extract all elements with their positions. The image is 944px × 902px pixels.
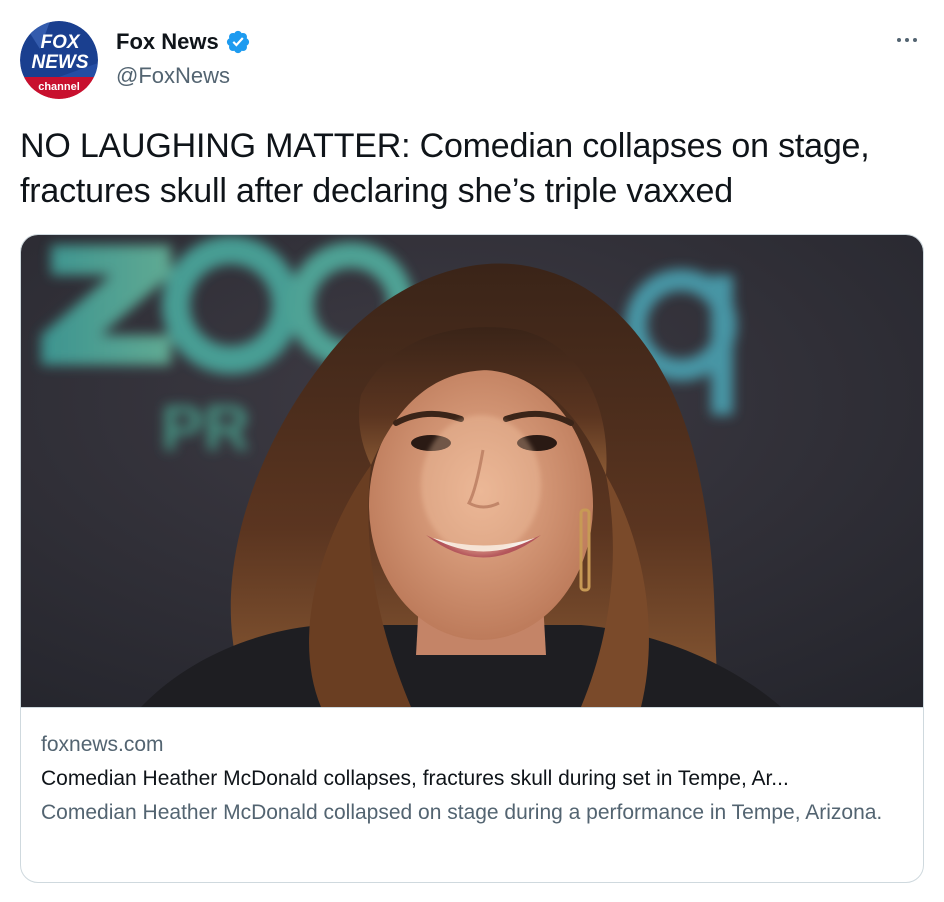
card-body: foxnews.com Comedian Heather McDonald co…	[41, 731, 903, 829]
avatar[interactable]: FOX NEWS channel	[20, 21, 98, 99]
tweet-text: NO LAUGHING MATTER: Comedian collapses o…	[20, 127, 870, 210]
verified-badge-icon	[226, 30, 249, 54]
svg-text:NEWS: NEWS	[32, 52, 89, 73]
more-options-button[interactable]	[892, 30, 922, 50]
more-dot-icon	[897, 38, 901, 42]
link-preview-card[interactable]: PR foxnews.com Comedian Heather McDonald…	[20, 234, 924, 883]
card-title: Comedian Heather McDonald collapses, fra…	[41, 767, 789, 790]
card-description: Comedian Heather McDonald collapsed on s…	[41, 801, 883, 824]
card-image[interactable]: PR	[21, 235, 923, 708]
card-domain: foxnews.com	[41, 733, 164, 756]
display-name[interactable]: Fox News	[116, 28, 219, 56]
more-dot-icon	[905, 38, 909, 42]
fox-news-logo-icon: FOX NEWS channel	[20, 21, 98, 99]
more-dot-icon	[913, 38, 917, 42]
svg-text:FOX: FOX	[40, 32, 80, 53]
svg-text:channel: channel	[38, 81, 80, 93]
account-handle[interactable]: @FoxNews	[116, 62, 230, 90]
card-photo-icon: PR	[21, 235, 923, 707]
svg-text:PR: PR	[161, 392, 250, 464]
account-name-row: Fox News	[116, 28, 251, 56]
